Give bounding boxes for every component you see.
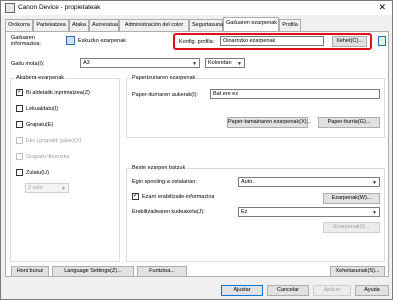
chevron-down-icon: ▼: [192, 61, 197, 67]
spool-select[interactable]: Auto. ▼: [238, 177, 380, 187]
finishing-group: Akabera-ezarpenak Bi aldetatik inprimatz…: [10, 75, 120, 262]
paper-size-settings-button[interactable]: Paper-tamainaren ezarpenak(X)...: [227, 117, 311, 128]
apply-button[interactable]: Aplicar: [313, 285, 351, 296]
eco-label: Eko (grapatik gabe)(X): [26, 138, 82, 144]
color-mode-select[interactable]: Koloretan ▼: [205, 58, 245, 68]
ok-button[interactable]: Ajustar: [221, 285, 263, 296]
paper-size-value: A3: [83, 60, 90, 66]
tab-device-settings[interactable]: Gailuaren ezarpenak: [223, 17, 279, 31]
chevron-down-icon: ▼: [372, 180, 377, 186]
details-bottom-button[interactable]: Xehetasunak(S)...: [330, 266, 385, 277]
printer-icon: [5, 3, 15, 13]
punch-checkbox[interactable]: [16, 169, 23, 176]
other-settings-legend: Beste ezarpen batzuk: [131, 165, 187, 171]
duplex-label: Bi aldetatik inprimatzea(Z): [26, 90, 90, 96]
device-settings-icon: [66, 36, 75, 45]
tab-port[interactable]: Ataka: [69, 19, 89, 31]
chevron-down-icon: ▼: [61, 186, 66, 192]
paper-size-select[interactable]: A3 ▼: [80, 58, 200, 68]
user-info-label: Ezarri erabiltzaile-informazioa: [142, 194, 215, 200]
other-settings-group: Beste ezarpen batzuk Egin spooling-a ost…: [126, 165, 385, 262]
tab-bar: Orokorra Partekatzea Ataka Aurreratua Ad…: [5, 17, 385, 31]
device-settings-panel: Gailuaren informazioa: Eskuzko ezarpenak…: [5, 31, 389, 277]
user-management-value: Ez: [241, 209, 248, 215]
tab-advanced[interactable]: Aurreratua: [89, 19, 119, 31]
tab-profile[interactable]: Profila: [279, 19, 301, 31]
tab-sharing[interactable]: Partekatzea: [33, 19, 69, 31]
user-management-select[interactable]: Ez ▼: [238, 207, 380, 217]
eco-checkbox[interactable]: [16, 137, 23, 144]
about-button[interactable]: Honi buruz: [11, 266, 49, 277]
spool-value: Auto.: [241, 179, 254, 185]
staple-checkbox[interactable]: [16, 121, 23, 128]
finishing-legend: Akabera-ezarpenak: [15, 75, 66, 81]
paper-settings-legend: Papertzuriaren ezarpenak: [131, 75, 197, 81]
punch-select[interactable]: 2 zulo ▼: [25, 183, 69, 193]
chevron-down-icon: ▼: [372, 210, 377, 216]
title-bar: Canon Device - propietateak ✕: [1, 1, 392, 15]
help-button[interactable]: Ayuda: [355, 285, 389, 296]
booklet-label: Grapatu liburuxka: [26, 154, 70, 160]
spool-label: Egin spooling-a ostalarian:: [132, 179, 197, 185]
chevron-down-icon: ▼: [237, 61, 242, 67]
info-icon[interactable]: [378, 36, 386, 46]
config-profile-field[interactable]: Oinarrizko ezarpenak: [220, 36, 324, 46]
tab-security[interactable]: Segurtasuna: [189, 19, 223, 31]
language-settings-button[interactable]: Language Settings(Z)...: [52, 266, 134, 277]
function-button[interactable]: Funtzioa...: [137, 266, 187, 277]
shift-checkbox[interactable]: [16, 105, 23, 112]
cancel-button[interactable]: Cancelar: [267, 285, 309, 296]
device-model-label: Gailu mota(I):: [11, 61, 45, 67]
user-info-checkbox[interactable]: [132, 192, 139, 200]
punch-label: Zulatu(U): [26, 170, 49, 176]
tab-color-management[interactable]: Administración del color: [119, 19, 189, 31]
easy-settings-label: Eskuzko ezarpenak: [78, 38, 126, 44]
device-info-label: Gailuaren informazioa:: [11, 35, 41, 47]
shift-label: Lekualdatu(I): [26, 106, 59, 112]
staple-label: Grapatu(E): [26, 122, 54, 128]
properties-window: Canon Device - propietateak ✕ Orokorra P…: [0, 0, 393, 300]
user-management-settings-button[interactable]: Ezarpenak(I)...: [323, 222, 380, 233]
user-management-label: Erabiltzailearen kudeaketa(J):: [132, 209, 205, 215]
details-button[interactable]: Xehet(C)...: [332, 36, 367, 47]
window-title: Canon Device - propietateak: [18, 4, 101, 11]
punch-value: 2 zulo: [28, 185, 43, 191]
booklet-checkbox[interactable]: [16, 153, 23, 160]
color-mode-value: Koloretan: [208, 60, 232, 66]
paper-source-label: Paper-iturriaren aukerak(I):: [132, 92, 199, 98]
tab-general[interactable]: Orokorra: [5, 19, 33, 31]
close-icon[interactable]: ✕: [378, 2, 386, 13]
paper-source-button[interactable]: Paper-iturria(G)...: [318, 117, 380, 128]
user-info-settings-button[interactable]: Ezarpenak(W)...: [323, 193, 380, 204]
paper-source-field[interactable]: Bat ere ez: [210, 89, 380, 99]
duplex-checkbox[interactable]: [16, 88, 23, 96]
paper-settings-group: Papertzuriaren ezarpenak Paper-iturriare…: [126, 75, 385, 138]
config-profile-label: Konfig. profila:: [179, 39, 215, 45]
